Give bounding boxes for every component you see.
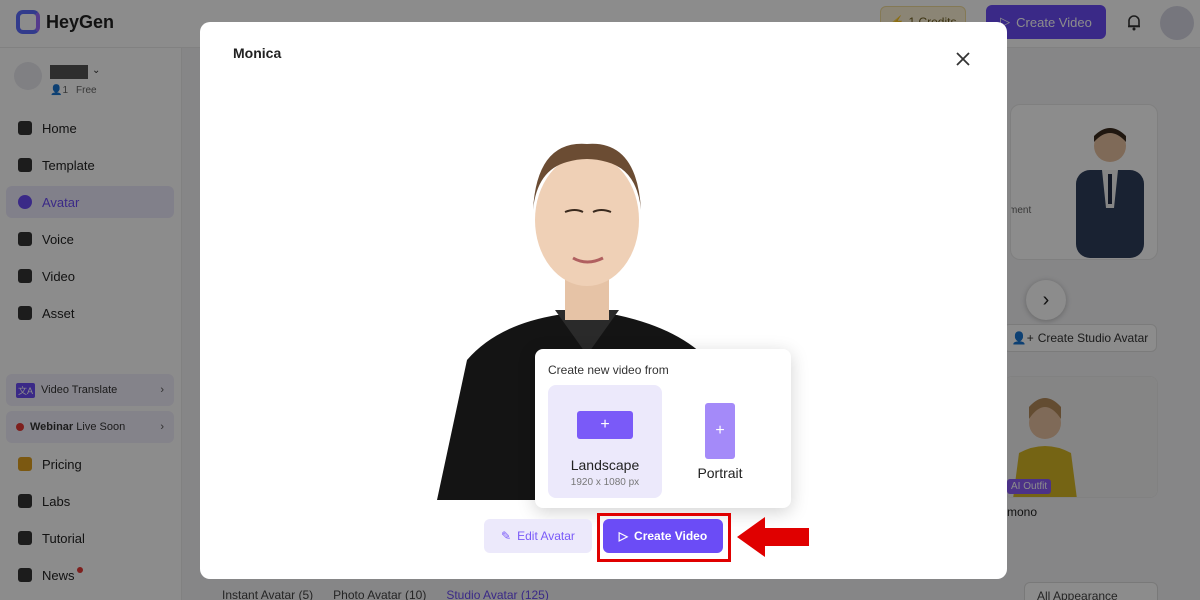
portrait-label: Portrait <box>697 465 743 481</box>
avatar-modal: Monica Create new video from + Landscape… <box>200 22 1007 579</box>
edit-icon: ✎ <box>501 529 512 543</box>
create-video-button[interactable]: ▷ Create Video <box>603 519 723 553</box>
red-arrow-icon <box>737 517 809 557</box>
landscape-size: 1920 x 1080 px <box>570 477 640 488</box>
portrait-plus-icon: + <box>705 403 735 459</box>
modal-title: Monica <box>233 45 282 61</box>
create-video-popover: Create new video from + Landscape 1920 x… <box>535 349 791 508</box>
popover-title: Create new video from <box>548 363 669 377</box>
play-cursor-icon: ▷ <box>618 529 629 543</box>
close-icon[interactable] <box>952 48 974 70</box>
portrait-option[interactable]: + Portrait <box>675 385 765 498</box>
landscape-plus-icon: + <box>577 411 633 439</box>
edit-avatar-label: Edit Avatar <box>517 529 575 543</box>
landscape-label: Landscape <box>570 457 640 473</box>
landscape-option[interactable]: + Landscape 1920 x 1080 px <box>548 385 662 498</box>
edit-avatar-button[interactable]: ✎ Edit Avatar <box>484 519 592 553</box>
create-video-label: Create Video <box>634 529 708 543</box>
